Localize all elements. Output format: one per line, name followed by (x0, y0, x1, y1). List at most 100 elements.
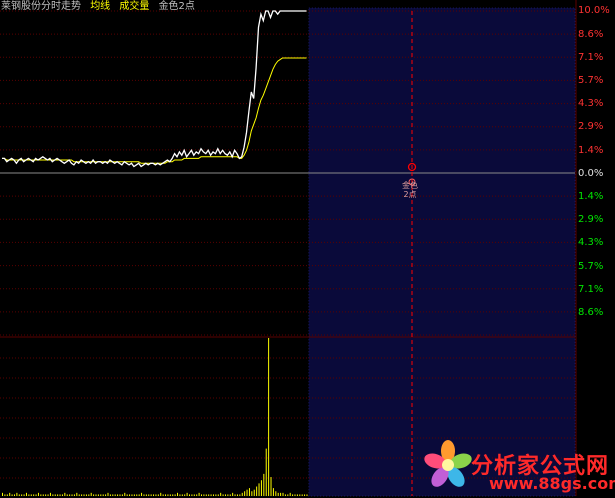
volume-bar (93, 494, 95, 496)
volume-bar (45, 494, 47, 496)
volume-bar (52, 494, 54, 496)
volume-bar (4, 494, 6, 496)
volume-bar (59, 494, 61, 496)
volume-bar (145, 494, 147, 496)
volume-bar (229, 494, 231, 496)
volume-bar (299, 494, 301, 496)
volume-bar (105, 494, 107, 496)
volume-bar (165, 494, 167, 496)
volume-bar (222, 494, 224, 496)
signal-note: 金色2点 (158, 1, 195, 12)
volume-bar (227, 494, 229, 496)
future-area (308, 8, 575, 496)
volume-bar (9, 492, 11, 496)
volume-bar (61, 494, 63, 496)
tick-label: 10.0% (578, 5, 610, 16)
volume-bar (268, 338, 270, 496)
volume-bar (162, 494, 164, 496)
volume-bar (215, 494, 217, 496)
volume-bar (294, 494, 296, 496)
volume-bar (280, 492, 282, 496)
volume-bar (23, 494, 25, 496)
volume-bar (97, 494, 99, 496)
intraday-chart (0, 0, 577, 497)
volume-bar (270, 477, 272, 496)
volume-bar (263, 473, 265, 496)
volume-bar (236, 494, 238, 496)
volume-bar (141, 492, 143, 496)
volume-bar (155, 494, 157, 496)
volume-bar (246, 489, 248, 496)
volume-bar (66, 494, 68, 496)
volume-bar (200, 494, 202, 496)
volume-bar (126, 494, 128, 496)
volume-bar (81, 494, 83, 496)
volume-bar (76, 492, 78, 496)
volume-bar (42, 494, 44, 496)
volume-bar (21, 494, 23, 496)
volume-bar (95, 494, 97, 496)
volume-bar (109, 494, 111, 496)
volume-bar (198, 492, 200, 496)
price-line (2, 10, 307, 168)
volume-bar (2, 492, 3, 496)
volume-bar (85, 494, 87, 496)
volume-bar (167, 494, 169, 496)
volume-bar (150, 494, 152, 496)
tick-label: 7.1% (578, 284, 604, 295)
volume-bar (205, 494, 207, 496)
volume-bar (184, 494, 186, 496)
volume-bar (35, 494, 37, 496)
volume-bar (119, 494, 121, 496)
volume-bar (121, 494, 123, 496)
tick-label: 8.6% (578, 29, 604, 40)
volume-bar (30, 494, 32, 496)
volume-bar (210, 494, 212, 496)
tick-label: 7.1% (578, 52, 604, 63)
volume-bar (157, 494, 159, 496)
volume-bar (232, 492, 234, 496)
volume-bar (244, 491, 246, 496)
volume-bar (107, 492, 109, 496)
volume-bar (136, 494, 138, 496)
volume-bar (265, 448, 267, 496)
tick-label: 4.3% (578, 237, 604, 248)
volume-bar (239, 494, 241, 496)
volume-bar (88, 494, 90, 496)
volume-bar (148, 494, 150, 496)
volume-bar (296, 494, 298, 496)
volume-label: 成交量 (119, 1, 150, 12)
volume-bar (49, 492, 51, 496)
volume-bar (248, 488, 250, 496)
volume-bar (220, 492, 222, 496)
volume-bar (234, 494, 236, 496)
volume-bar (301, 494, 303, 496)
volume-bar (292, 494, 294, 496)
volume-bar (16, 492, 18, 496)
volume-bar (196, 494, 198, 496)
volume-bar (69, 494, 71, 496)
volume-bar (54, 494, 56, 496)
avg-line (2, 57, 307, 164)
volume-bar (272, 488, 274, 496)
volume-bar (25, 492, 27, 496)
volume-bar (277, 492, 279, 496)
volume-bar (169, 494, 171, 496)
volume-bar (100, 494, 102, 496)
tick-label: 2.9% (578, 214, 604, 225)
volume-bar (251, 491, 253, 496)
volume-bar (282, 492, 284, 496)
volume-bar (212, 494, 214, 496)
volume-bar (224, 494, 226, 496)
chart-header: 莱钢股份分时走势 均线 成交量 金色2点 (1, 1, 201, 13)
volume-bar (260, 480, 262, 496)
volume-bar (18, 494, 20, 496)
volume-bar (181, 494, 183, 496)
volume-bar (186, 492, 188, 496)
volume-bar (160, 492, 162, 496)
volume-bar (131, 494, 133, 496)
volume-bar (203, 494, 205, 496)
tick-label: 5.7% (578, 261, 604, 272)
volume-bar (275, 491, 277, 496)
volume-bar (304, 494, 306, 496)
